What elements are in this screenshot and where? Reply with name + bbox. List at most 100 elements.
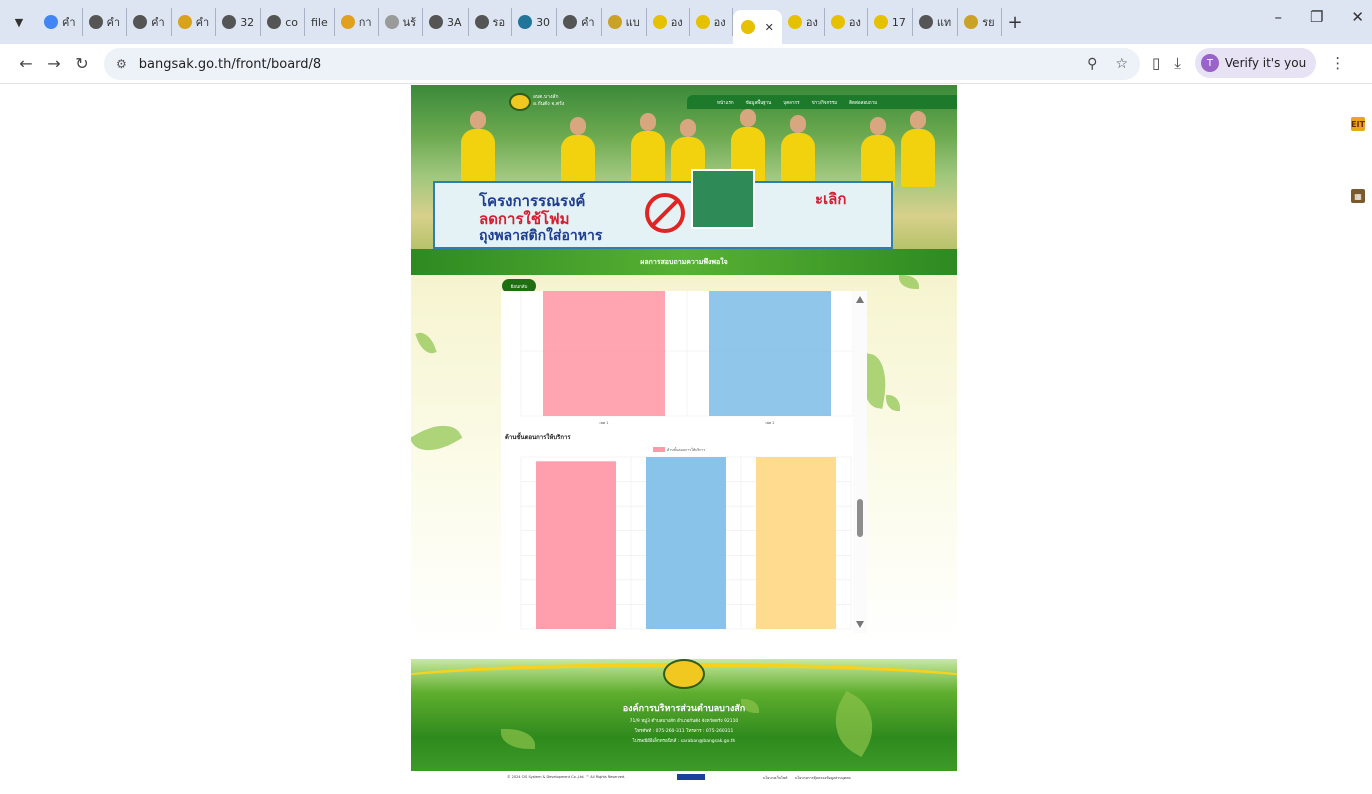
tab[interactable]: คำ [557, 8, 602, 36]
tab[interactable]: อง [782, 8, 825, 36]
bar [646, 457, 726, 629]
new-tab-button[interactable]: + [1008, 12, 1023, 33]
counter-badge [677, 774, 705, 780]
close-window-icon[interactable]: ✕ [1351, 8, 1364, 26]
zoom-icon[interactable]: ⚲ [1087, 56, 1097, 72]
tab[interactable]: คำ [172, 8, 217, 36]
tab[interactable]: แบ [602, 8, 647, 36]
scroll-up-arrow-icon[interactable] [856, 296, 864, 303]
seal-icon [830, 15, 845, 29]
tab-label: อง [848, 16, 861, 29]
bottom-bar: © 2024 CIS System & Development Co.,Ltd.… [411, 771, 957, 785]
globe-icon [133, 15, 148, 29]
tab-label: 17 [891, 15, 906, 29]
leaf-decoration-icon [886, 395, 900, 411]
tab[interactable]: 30 [512, 8, 558, 36]
tab-label: อง [805, 16, 818, 29]
tick-label: เพศ 2 [765, 421, 774, 425]
no-foam-sign-icon [645, 193, 685, 233]
chart-title: ด้านขั้นตอนการให้บริการ [505, 431, 571, 441]
leaf-decoration-icon [899, 275, 919, 289]
restore-icon[interactable]: ❐ [1310, 8, 1323, 26]
tab-label: รอ [492, 16, 506, 29]
menu-item-contact[interactable]: ติดต่อสอบถาม [849, 99, 877, 106]
privacy-link[interactable]: นโยบายการคุ้มครองข้อมูลส่วนบุคคล [795, 775, 851, 781]
person-head [640, 113, 656, 131]
tab[interactable]: co [261, 8, 305, 36]
menu-item-staff[interactable]: บุคลากร [783, 99, 799, 106]
bar [543, 291, 665, 416]
tab[interactable]: แท [913, 8, 959, 36]
extension-eit-icon[interactable]: EIT [1351, 117, 1365, 131]
globe-icon [429, 15, 444, 29]
tab-label: คำ [581, 16, 595, 29]
tab[interactable]: 3A [423, 8, 469, 36]
tab[interactable]: 17 [868, 8, 913, 36]
minimize-icon[interactable]: – [1274, 8, 1282, 26]
tab-label: file [310, 15, 328, 29]
tab[interactable]: อง [647, 8, 690, 36]
tab[interactable]: คำ [127, 8, 172, 36]
tab-label: คำ [151, 16, 165, 29]
tab-label: 30 [536, 15, 551, 29]
menu-item-home[interactable]: หน้าแรก [717, 99, 734, 106]
tab[interactable]: รอ [469, 8, 513, 36]
tab-active[interactable]: ✕ [732, 10, 782, 44]
tab-label: คำ [106, 16, 121, 29]
main-menu: หน้าแรก ข้อมูลพื้นฐาน บุคลากร ข่าว/กิจกร… [687, 95, 957, 109]
footer-logo [663, 659, 705, 689]
tab[interactable]: คำ [38, 8, 83, 36]
menu-item-news[interactable]: ข่าว/กิจกรรม [812, 99, 838, 106]
avatar: T [1200, 54, 1219, 72]
tab[interactable]: อง [690, 8, 733, 36]
tab[interactable]: อง [825, 8, 868, 36]
download-icon[interactable]: ⤓ [1174, 54, 1181, 72]
header-banner: อบต.บางสัก อ.กันตัง จ.ตรัง หน้าแรก ข้อมูล… [411, 85, 957, 249]
verify-profile-button[interactable]: T Verify it's you [1194, 48, 1317, 78]
tab-label: คำ [195, 16, 210, 29]
policy-link[interactable]: นโยบายเว็บไซต์ [763, 775, 787, 781]
globe-icon [222, 15, 237, 29]
leaf-decoration-icon [415, 329, 437, 357]
site-logo[interactable] [509, 93, 531, 111]
extension-building-icon[interactable]: ▦ [1351, 189, 1365, 203]
reload-icon[interactable]: ↻ [68, 54, 96, 73]
vertical-scrollbar[interactable] [853, 291, 867, 633]
address-bar[interactable]: ⚙ bangsak.go.th/front/board/8 ⚲ ☆ [104, 48, 1140, 80]
tab[interactable]: คำ [83, 8, 128, 36]
tab-label: รย [982, 16, 995, 29]
org-phone: โทรศัพท์ : 075-260-311 โทรสาร : 075-2603… [634, 729, 734, 734]
tab-search-button[interactable]: ▼ [8, 11, 30, 33]
tab[interactable]: นร้ [379, 8, 424, 36]
forward-arrow-icon[interactable]: → [40, 54, 68, 73]
site-name: อบต.บางสัก อ.กันตัง จ.ตรัง [533, 94, 565, 107]
copyright-text: © 2024 CIS System & Development Co.,Ltd.… [507, 775, 626, 779]
menu-item-info[interactable]: ข้อมูลพื้นฐาน [746, 99, 772, 106]
tab[interactable]: กา [335, 8, 379, 36]
org-email: ไปรษณีย์อิเล็กทรอนิกส์ : saraban@bangsak… [632, 739, 736, 744]
tab-label: คำ [62, 16, 76, 29]
seal-icon [873, 15, 888, 29]
page-title: ผลการสอบถามความพึงพอใจ [411, 249, 957, 275]
banner-right-text: ะเลิก [815, 190, 847, 208]
campaign-banner: โครงการรณรงค์ ลดการใช้โฟม ถุงพลาสติกใส่อ… [433, 169, 893, 249]
tab[interactable]: file [305, 8, 335, 36]
tab[interactable]: 32 [216, 8, 262, 36]
tick-label: เพศ 1 [599, 421, 608, 425]
menu-kebab-icon[interactable]: ⋮ [1330, 54, 1345, 72]
person-figure [631, 113, 665, 187]
tab-list: คำ คำ คำ คำ 32 co file กา นร้ 3A รอ 30 คำ แบ อง อง ✕ อง อง… [38, 5, 1002, 44]
site-info-icon[interactable]: ⚙ [116, 57, 127, 71]
back-arrow-icon[interactable]: ← [12, 54, 40, 73]
person-head [680, 119, 696, 137]
close-tab-icon[interactable]: ✕ [765, 21, 774, 34]
google-icon [44, 15, 58, 29]
globe-icon [88, 15, 103, 29]
bookmark-star-icon[interactable]: ☆ [1115, 56, 1128, 72]
tab[interactable]: รย [958, 8, 1002, 36]
chart-scroll-area[interactable]: เพศ 1 เพศ 2 ด้านขั้นตอนการให้บริการ ด้านขั้… [501, 291, 867, 633]
scroll-down-arrow-icon[interactable] [856, 621, 864, 628]
scroll-thumb[interactable] [857, 499, 863, 537]
banner-line3: ถุงพลาสติกใส่อาหาร [479, 228, 603, 244]
extensions-icon[interactable]: ▯ [1152, 54, 1160, 72]
